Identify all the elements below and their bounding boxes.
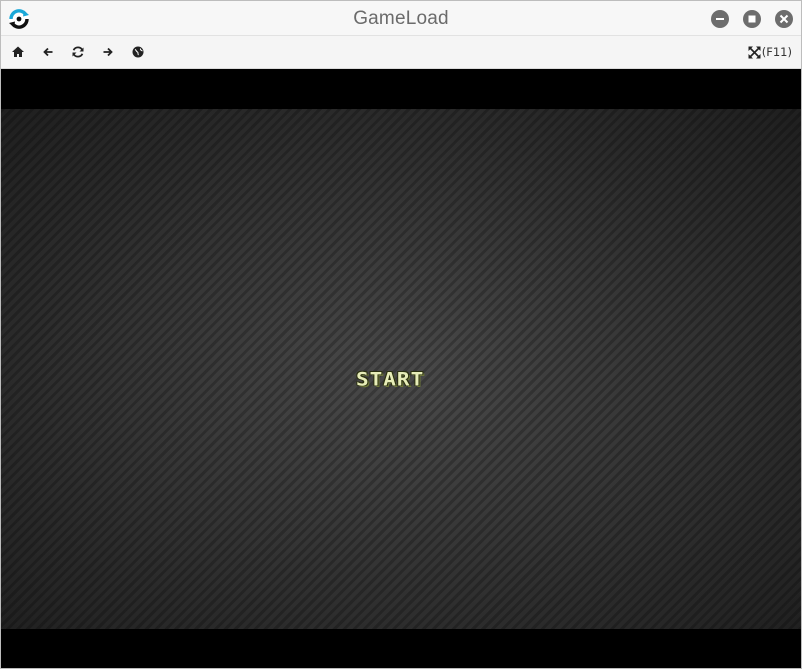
game-canvas[interactable]: START	[1, 109, 801, 629]
arrow-left-icon	[43, 47, 53, 57]
app-window: GameLoad (F11) START	[0, 0, 802, 669]
minimize-button[interactable]	[711, 10, 729, 28]
maximize-button[interactable]	[743, 10, 761, 28]
title-bar[interactable]: GameLoad	[1, 1, 801, 36]
close-button[interactable]	[775, 10, 793, 28]
arrow-right-icon	[103, 47, 113, 57]
globe-icon	[132, 46, 144, 58]
back-button[interactable]	[40, 44, 56, 60]
close-circle-icon	[779, 14, 789, 24]
globe-button[interactable]	[130, 44, 146, 60]
minus-circle-icon	[716, 18, 724, 20]
reload-button[interactable]	[70, 44, 86, 60]
forward-button[interactable]	[100, 44, 116, 60]
fullscreen-button[interactable]: (F11)	[748, 44, 792, 60]
home-icon	[12, 46, 24, 57]
letterbox-bottom	[1, 629, 801, 668]
stop-circle-icon	[748, 15, 756, 23]
refresh-icon	[72, 46, 84, 58]
window-title: GameLoad	[353, 8, 449, 29]
start-label: START	[356, 368, 425, 390]
start-button[interactable]: START	[356, 367, 424, 391]
fullscreen-shortcut-label: (F11)	[761, 45, 792, 59]
letterbox-top	[1, 69, 801, 109]
expand-arrows-icon	[748, 46, 761, 58]
game-viewport: START	[1, 69, 801, 668]
home-button[interactable]	[10, 44, 26, 60]
toolbar: (F11)	[1, 36, 801, 69]
